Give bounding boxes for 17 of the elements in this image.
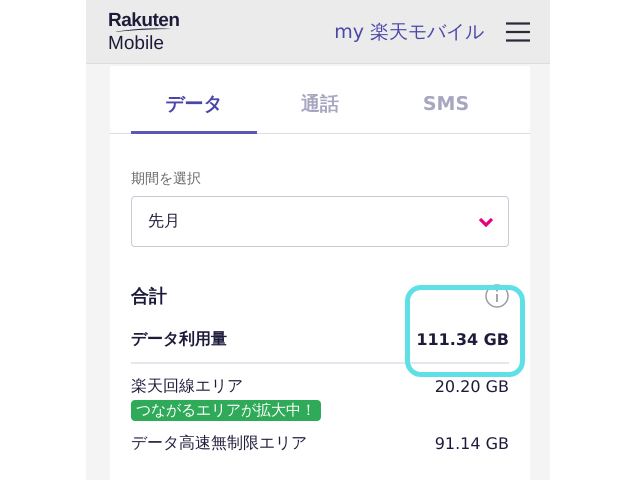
info-icon[interactable] (485, 284, 509, 308)
logo-text: Mobile (108, 34, 165, 52)
area-label: 楽天回線エリア (131, 376, 243, 397)
usage-value: 111.34 GB (416, 330, 509, 349)
area-label: データ高速無制限エリア (131, 433, 307, 454)
promo-badge: つながるエリアが拡大中！ (131, 400, 321, 421)
section-heading: 合計 (131, 285, 167, 308)
period-select[interactable]: 先月 (131, 196, 509, 247)
area-value: 20.20 GB (434, 377, 509, 396)
area-value: 91.14 GB (434, 434, 509, 453)
tab[interactable]: データ (131, 66, 257, 134)
app-title: my 楽天モバイル (334, 20, 484, 44)
logo-text: Rakuten (108, 10, 180, 30)
field-label: 期間を選択 (131, 170, 202, 188)
chevron-icon (478, 216, 494, 226)
usage-label: データ利用量 (131, 329, 227, 350)
menu-icon[interactable] (506, 22, 530, 42)
